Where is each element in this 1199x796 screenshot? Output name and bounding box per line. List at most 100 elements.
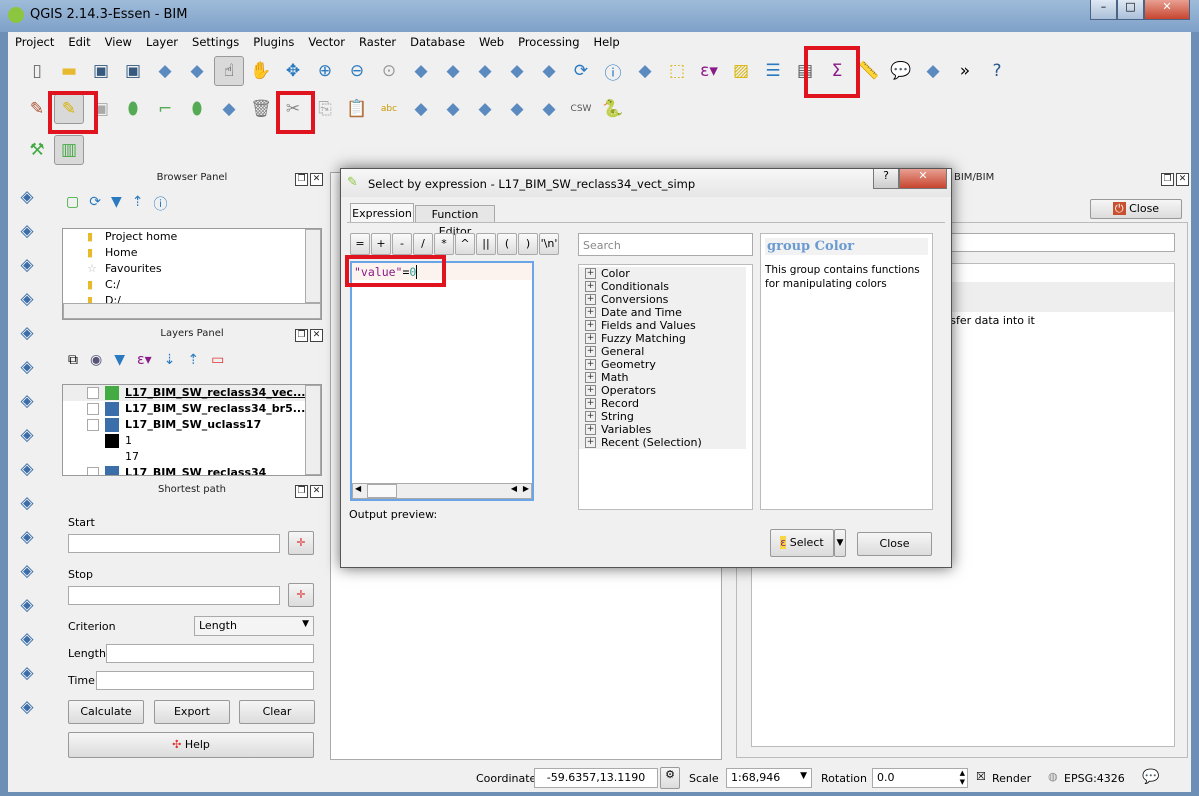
collapse-all-icon[interactable]: ⇡ <box>132 194 144 214</box>
info-icon[interactable]: ⓘ <box>153 194 167 214</box>
node-tool-icon[interactable]: ⌐ <box>150 94 180 124</box>
label-change-icon[interactable]: ◆ <box>534 94 564 124</box>
add-selected-icon[interactable]: ▢ <box>66 194 79 214</box>
layer-visibility-checkbox[interactable] <box>87 419 99 431</box>
menu-help[interactable]: Help <box>587 32 627 52</box>
open-project-icon[interactable]: ▬ <box>54 56 84 86</box>
digitize-icon[interactable]: ◆ <box>214 94 244 124</box>
menu-edit[interactable]: Edit <box>61 32 97 52</box>
close-panel-button[interactable]: ✕ <box>1176 173 1189 186</box>
function-group-item[interactable]: Fields and Values <box>579 319 746 332</box>
function-group-item[interactable]: Conditionals <box>579 280 746 293</box>
layer-item[interactable]: 17 <box>63 449 321 465</box>
clear-button[interactable]: Clear <box>239 700 315 724</box>
move-feature-icon[interactable]: ⬮ <box>182 94 212 124</box>
zoom-in-icon[interactable]: ⊕ <box>310 56 340 86</box>
function-group-item[interactable]: Record <box>579 397 746 410</box>
stop-pick-button[interactable]: ✛ <box>288 583 314 607</box>
horizontal-scrollbar[interactable] <box>63 303 321 319</box>
zoom-next-icon[interactable]: ◆ <box>534 56 564 86</box>
csw-icon[interactable]: CSW <box>566 94 596 124</box>
zoom-full-icon[interactable]: ◆ <box>406 56 436 86</box>
menu-view[interactable]: View <box>98 32 139 52</box>
save-project-icon[interactable]: ▣ <box>86 56 116 86</box>
operator-button[interactable]: ( <box>497 233 517 255</box>
browser-item[interactable]: ▮ C:/ <box>63 277 321 293</box>
function-search-input[interactable]: Search <box>578 233 753 256</box>
gps-icon[interactable]: ◈ <box>12 656 42 690</box>
export-button[interactable]: Export <box>154 700 230 724</box>
function-group-item[interactable]: Math <box>579 371 746 384</box>
collapse-all-icon[interactable]: ⇡ <box>187 352 199 368</box>
layer-item[interactable]: 1 <box>63 433 321 449</box>
add-mssql-icon[interactable]: ◈ <box>12 316 42 350</box>
float-panel-button[interactable]: ❐ <box>295 485 308 498</box>
label-move-icon[interactable]: ◆ <box>470 94 500 124</box>
layer-visibility-checkbox[interactable] <box>87 387 99 399</box>
horizontal-scrollbar[interactable]: ◀ ◀ ▶ <box>352 483 532 499</box>
zoom-to-selection-icon[interactable]: ◆ <box>438 56 468 86</box>
layer-item[interactable]: L17_BIM_SW_reclass34_br5... <box>63 401 321 417</box>
function-group-item[interactable]: Recent (Selection) <box>579 436 746 449</box>
crs-globe-icon[interactable]: ◍ <box>1048 770 1058 783</box>
maximize-button[interactable]: □ <box>1117 0 1144 20</box>
composer-manager-icon[interactable]: ◆ <box>182 56 212 86</box>
new-print-composer-icon[interactable]: ◆ <box>150 56 180 86</box>
add-delimited-icon[interactable]: ◈ <box>12 520 42 554</box>
menu-database[interactable]: Database <box>403 32 472 52</box>
close-mapset-button[interactable]: ⏻ Close mapset <box>1090 199 1182 233</box>
start-pick-button[interactable]: ✛ <box>288 531 314 555</box>
close-panel-button[interactable]: ✕ <box>310 173 323 186</box>
add-wms-icon[interactable]: ◈ <box>12 418 42 452</box>
expression-editor[interactable]: "value"=0 ◀ ◀ ▶ <box>350 261 534 501</box>
menu-web[interactable]: Web <box>472 32 511 52</box>
menu-raster[interactable]: Raster <box>352 32 403 52</box>
stop-input[interactable] <box>68 586 280 605</box>
close-button[interactable]: Close <box>857 532 932 556</box>
operator-button[interactable]: * <box>434 233 454 255</box>
digitize-point-icon[interactable]: ◈ <box>12 690 42 724</box>
function-group-item[interactable]: Operators <box>579 384 746 397</box>
calculate-button[interactable]: Calculate <box>68 700 144 724</box>
operator-button[interactable]: = <box>350 233 370 255</box>
start-input[interactable] <box>68 534 280 553</box>
browser-tree[interactable]: ▮ Project home ▮ Home ☆ Favourites ▮ C:/▮ D:/ <box>62 228 322 320</box>
delete-selected-icon[interactable]: 🗑 <box>246 94 276 124</box>
grass-region-icon[interactable]: ▥ <box>54 135 84 165</box>
function-list[interactable]: ColorConditionalsConversionsDate and Tim… <box>578 264 753 510</box>
operator-button[interactable]: || <box>476 233 496 255</box>
label-show-icon[interactable]: ◆ <box>438 94 468 124</box>
deselect-icon[interactable]: ▨ <box>726 56 756 86</box>
python-icon[interactable]: 🐍 <box>598 94 628 124</box>
browser-item[interactable]: ▮ Home <box>63 245 321 261</box>
zoom-native-icon[interactable]: ⊙ <box>374 56 404 86</box>
layers-tree[interactable]: L17_BIM_SW_reclass34_vec... L17_BIM_SW_re… <box>62 384 322 476</box>
function-group-item[interactable]: String <box>579 410 746 423</box>
vertical-scrollbar[interactable] <box>305 385 321 475</box>
layer-item[interactable]: L17_BIM_SW_uclass17 <box>63 417 321 433</box>
close-window-button[interactable]: ✕ <box>1144 0 1190 20</box>
zoom-to-layer-icon[interactable]: ◆ <box>470 56 500 86</box>
annotation-icon[interactable]: 💬 <box>886 56 916 86</box>
dialog-close-x-button[interactable]: ✕ <box>899 169 947 189</box>
dialog-help-button[interactable]: ? <box>873 169 899 189</box>
function-group-item[interactable]: Geometry <box>579 358 746 371</box>
function-group-item[interactable]: Date and Time <box>579 306 746 319</box>
refresh-icon[interactable]: ⟳ <box>566 56 596 86</box>
float-panel-button[interactable]: ❐ <box>1161 173 1174 186</box>
add-virtual-icon[interactable]: ◈ <box>12 622 42 656</box>
touch-zoom-icon[interactable]: ☝ <box>214 56 244 86</box>
select-features-icon[interactable]: ⬚ <box>662 56 692 86</box>
function-group-item[interactable]: Color <box>579 267 746 280</box>
function-group-item[interactable]: Variables <box>579 423 746 436</box>
layer-item[interactable]: L17_BIM_SW_reclass34 <box>63 465 321 475</box>
toggle-extents-icon[interactable]: ⚙ <box>660 767 680 789</box>
add-group-icon[interactable]: ⧉ <box>68 352 78 368</box>
label-rotate-icon[interactable]: ◆ <box>502 94 532 124</box>
filter-expression-icon[interactable]: ε▾ <box>137 352 152 368</box>
tab-function-editor[interactable]: Function Editor <box>415 205 495 238</box>
operator-button[interactable]: '\n' <box>539 233 559 255</box>
operator-button[interactable]: / <box>413 233 433 255</box>
filter-icon[interactable]: ▼ <box>111 194 122 214</box>
menu-settings[interactable]: Settings <box>185 32 246 52</box>
